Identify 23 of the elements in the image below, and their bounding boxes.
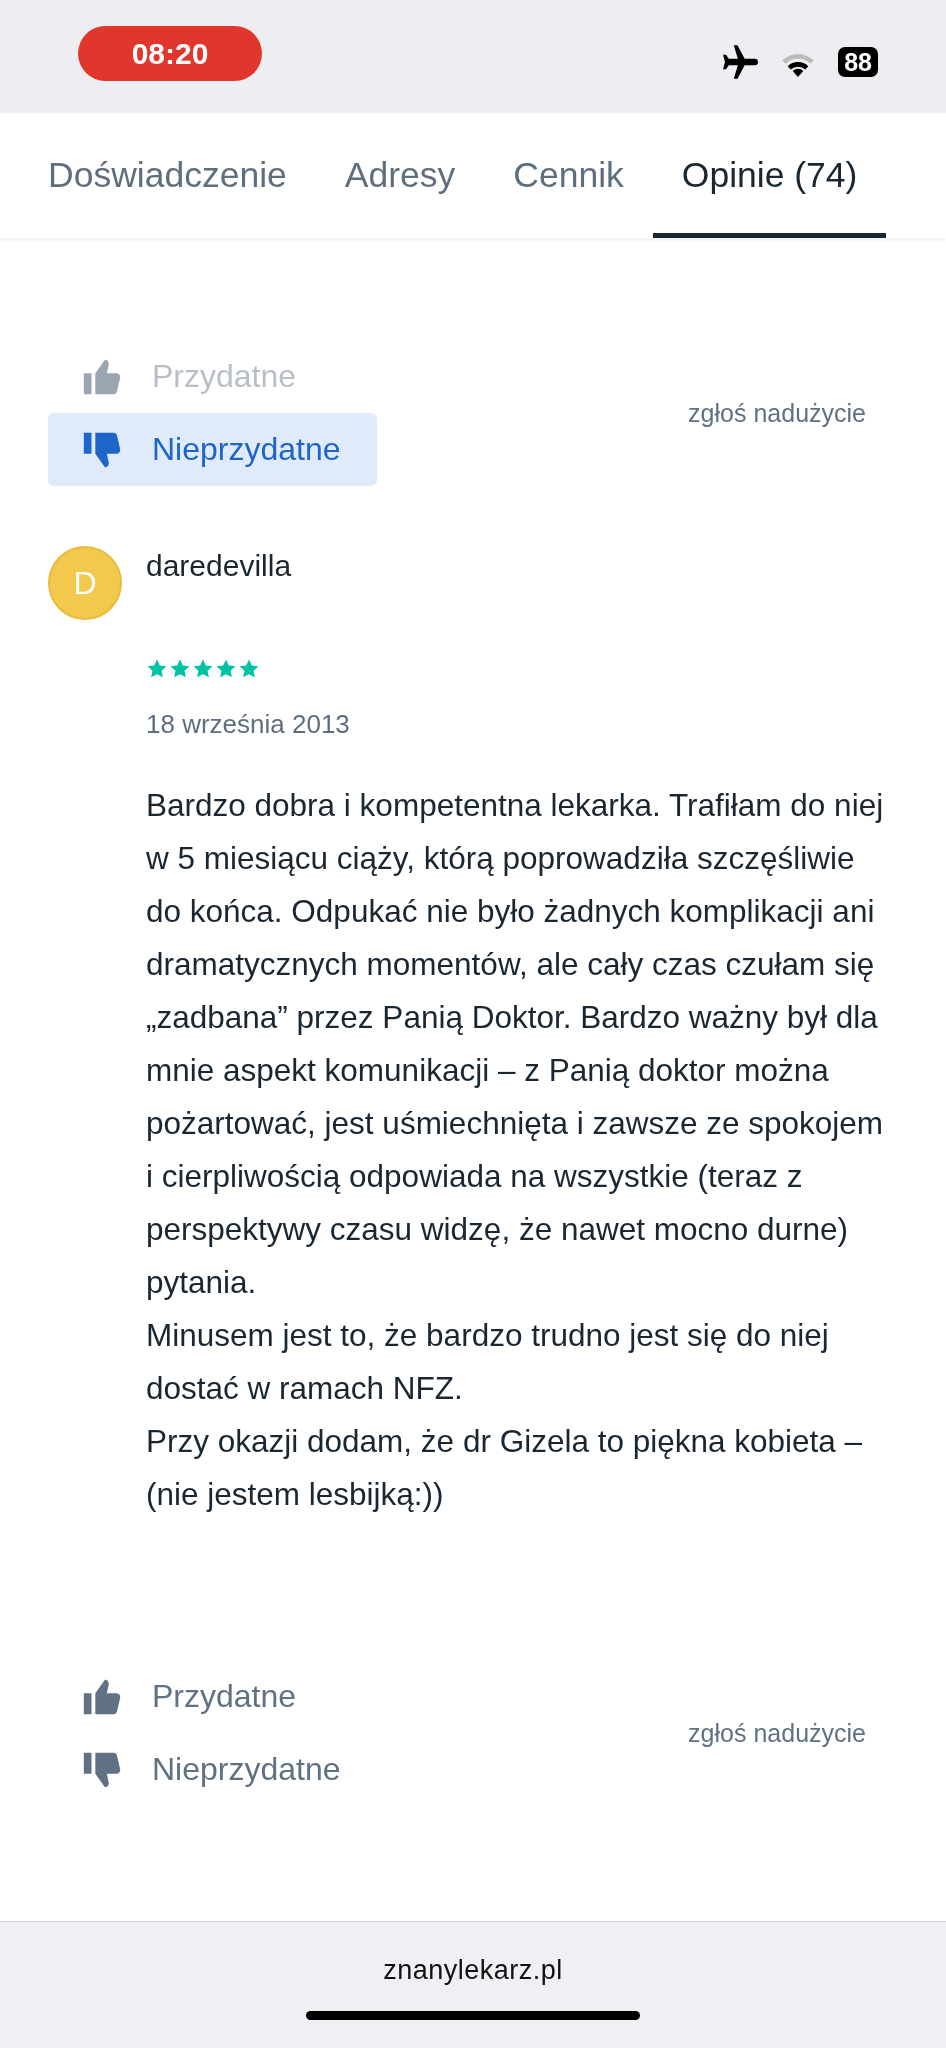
avatar: D <box>48 546 122 620</box>
author-name: daredevilla <box>146 548 293 584</box>
tab[interactable]: Opinie (74) <box>652 113 887 238</box>
review-text: Przy okazji dodam, że dr Gizela to piękna kobieta – (nie jestem lesbijką:)) <box>146 1422 864 1514</box>
battery-level: 88 <box>838 46 878 77</box>
star-icon <box>169 658 191 680</box>
star-icon <box>215 658 237 680</box>
star-icon <box>146 658 168 680</box>
tab[interactable]: Adresy <box>315 113 485 238</box>
unhelpful-button[interactable]: Nieprzydatne <box>48 413 377 486</box>
report-abuse-link[interactable]: zgłoś nadużycie <box>688 398 866 428</box>
unhelpful-button[interactable]: Nieprzydatne <box>48 1733 377 1806</box>
address-bar-url[interactable]: znanylekarz.pl <box>383 1955 563 1986</box>
star-icon <box>192 658 214 680</box>
clock-time: 08:20 <box>78 26 262 81</box>
review-text: Minusem jest to, że bardzo trudno jest się do niej dostać w ramach NFZ. <box>146 1316 830 1408</box>
review-text: Bardzo dobra i kompetentna lekarka. Trafiłam do niej w 5 miesiącu ciąży, którą poprowadziła szczęśliwie do końca. Odpukać nie było żadnych komplikacji ani dramatycznych momentów, ale cały czas czułam się „zadbana” przez Panią Doktor. Bardzo ważny był dla mnie aspekt komunikacji – z Panią doktor można pożartować, jest uśmiechnięta i zawsze ze spokojem i cierpliwością odpowiada na wszystkie (teraz z perspektywy czasu widzę, że nawet mocno durne) pytania. <box>146 786 885 1302</box>
tab[interactable]: Doświadczenie <box>19 113 316 238</box>
tab[interactable]: Cennik <box>484 113 653 238</box>
review-date: 18 września 2013 <box>146 708 351 741</box>
star-icon <box>238 658 260 680</box>
helpful-button[interactable]: Przydatne <box>48 1660 333 1733</box>
report-abuse-link[interactable]: zgłoś nadużycie <box>688 1718 866 1748</box>
